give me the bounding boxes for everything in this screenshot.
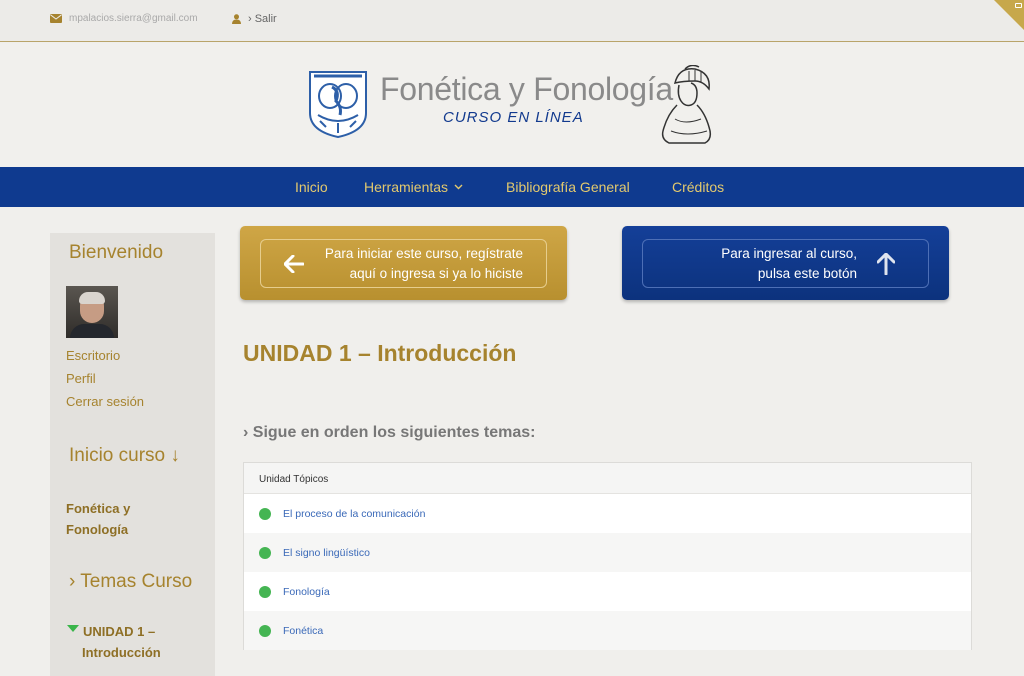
user-icon [232, 14, 241, 24]
register-button[interactable]: Para iniciar este curso, regístrate aquí… [240, 226, 567, 300]
enter-line: pulsa este botón [757, 266, 857, 281]
table-row[interactable]: El proceso de la comunicación [244, 494, 971, 533]
nav-item-label: Inicio [295, 179, 328, 195]
unit-line: Introducción [82, 645, 161, 660]
corner-badge-icon [1015, 3, 1022, 8]
table-row[interactable]: El signo lingüístico [244, 533, 971, 572]
nav-item-creditos[interactable]: Créditos [672, 179, 724, 195]
enter-button-text: Para ingresar al curso, pulsa este botón [721, 244, 857, 284]
arrow-up-icon [877, 253, 895, 275]
page-title: UNIDAD 1 – Introducción [243, 340, 517, 366]
nav-item-label: Bibliografía General [506, 179, 630, 195]
enter-line: Para ingresar al curso, [721, 246, 857, 261]
status-dot-icon [259, 624, 271, 637]
logout-link[interactable]: › Salir [232, 13, 277, 25]
topics-table: Unidad Tópicos El proceso de la comunica… [243, 462, 972, 650]
course-name-line: Fonética y [66, 501, 131, 516]
register-line: aquí o ingresa si ya lo hiciste [349, 266, 523, 281]
status-dot-icon [259, 546, 271, 559]
site-title: Fonética y Fonología [380, 71, 673, 107]
sidebar-link-cerrar-sesion[interactable]: Cerrar sesión [66, 394, 144, 409]
user-email-text: mpalacios.sierra@gmail.com [69, 13, 198, 24]
enter-course-button[interactable]: Para ingresar al curso, pulsa este botón [622, 226, 949, 300]
register-button-text: Para iniciar este curso, regístrate aquí… [325, 244, 523, 284]
sidebar-unit-link[interactable]: UNIDAD 1 – Introducción [82, 621, 161, 663]
topic-link[interactable]: El proceso de la comunicación [283, 508, 425, 520]
nav-item-inicio[interactable]: Inicio [295, 179, 328, 195]
arrow-left-icon [284, 255, 304, 273]
sidebar-link-perfil[interactable]: Perfil [66, 371, 96, 386]
sidebar-link-escritorio[interactable]: Escritorio [66, 348, 120, 363]
register-line: Para iniciar este curso, regístrate [324, 246, 523, 261]
follow-instructions: › Sigue en orden los siguientes temas: [243, 424, 536, 441]
table-header: Unidad Tópicos [244, 463, 971, 494]
sidebar: Bienvenido Escritorio Perfil Cerrar sesi… [50, 233, 215, 676]
avatar [66, 286, 118, 338]
main-nav: Inicio Herramientas Bibliografía General… [0, 167, 1024, 207]
table-row[interactable]: Fonética [244, 611, 971, 650]
top-bar: mpalacios.sierra@gmail.com › Salir [0, 0, 1024, 42]
welcome-heading: Bienvenido [69, 242, 164, 263]
status-dot-icon [259, 507, 271, 520]
expand-triangle-icon[interactable] [67, 625, 79, 632]
topic-link[interactable]: Fonología [283, 586, 330, 598]
sidebar-course-link[interactable]: Fonética y Fonología [66, 498, 130, 540]
course-name-line: Fonología [66, 522, 129, 537]
site-header: Fonética y Fonología CURSO EN LÍNEA [0, 43, 1024, 167]
nav-item-herramientas[interactable]: Herramientas [364, 179, 463, 195]
course-start-heading[interactable]: Inicio curso ↓ [69, 445, 180, 467]
table-row[interactable]: Fonología [244, 572, 971, 611]
unam-shield-logo[interactable] [306, 69, 370, 139]
nav-item-label: Créditos [672, 179, 725, 195]
athena-logo [661, 65, 712, 144]
topic-link[interactable]: Fonética [283, 625, 323, 637]
unit-line: UNIDAD 1 – [83, 624, 156, 639]
nav-item-label: Herramientas [364, 179, 449, 195]
topics-heading: › Temas Curso [69, 571, 193, 592]
topic-link[interactable]: El signo lingüístico [283, 547, 370, 559]
logout-text: › Salir [248, 13, 277, 25]
chevron-down-icon [454, 184, 463, 190]
status-dot-icon [259, 585, 271, 598]
site-subtitle: CURSO EN LÍNEA [443, 109, 584, 126]
user-email: mpalacios.sierra@gmail.com [50, 13, 198, 24]
envelope-icon [50, 14, 62, 23]
nav-item-bibliografia[interactable]: Bibliografía General [506, 179, 630, 195]
